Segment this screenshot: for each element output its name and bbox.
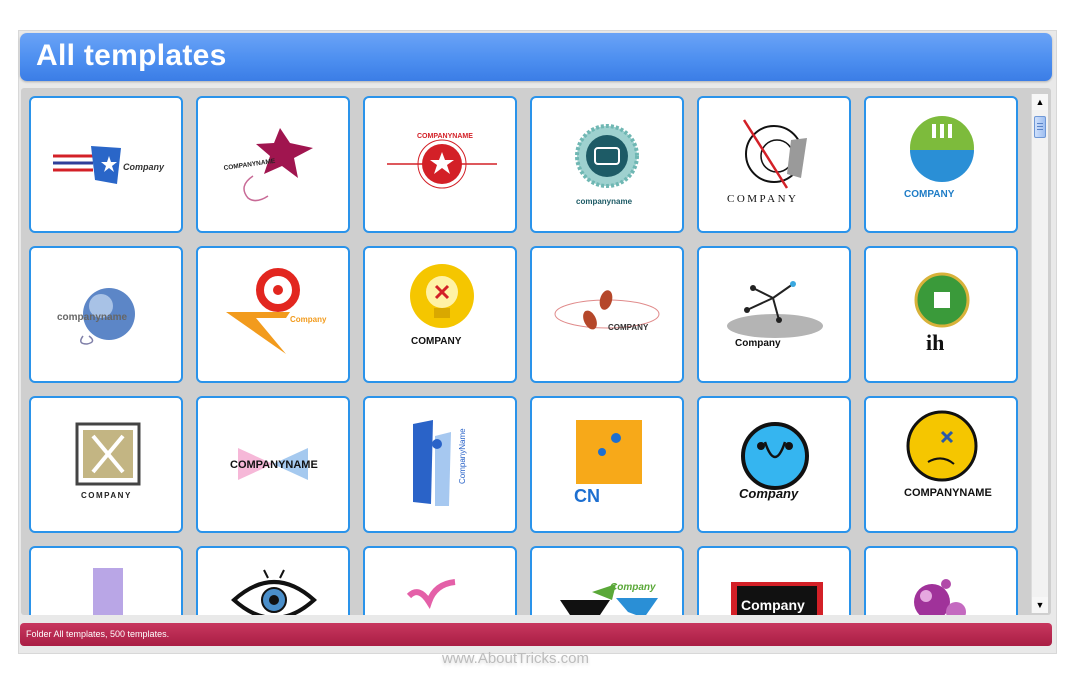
svg-text:COMPANYNAME: COMPANYNAME xyxy=(230,459,318,471)
scroll-thumb[interactable] xyxy=(1034,116,1046,138)
lightbulb-logo-icon: COMPANY xyxy=(410,264,474,347)
template-tile[interactable]: COMPANY xyxy=(363,246,517,383)
svg-text:CN: CN xyxy=(574,486,600,506)
blue-blocks-logo-icon: CompanyName xyxy=(413,420,467,506)
svg-text:CompanyName: CompanyName xyxy=(458,428,467,484)
green-globe-logo-icon: COMPANY xyxy=(904,116,974,200)
title-bar: All templates xyxy=(20,33,1052,81)
molecule-logo-icon: Company xyxy=(727,281,823,349)
scroll-up-button[interactable]: ▲ xyxy=(1032,94,1048,110)
svg-text:COMPANYNAME: COMPANYNAME xyxy=(904,487,992,499)
svg-text:Company: Company xyxy=(741,597,805,613)
blue-circle-logo-icon: Company xyxy=(739,422,809,501)
template-tile[interactable]: COMPANY xyxy=(864,96,1018,233)
template-tile[interactable] xyxy=(29,546,183,615)
svg-text:Company: Company xyxy=(735,338,781,349)
template-tile[interactable]: companyname xyxy=(29,246,183,383)
template-tile[interactable]: COMPANY xyxy=(697,96,851,233)
vertical-scrollbar[interactable]: ▲ ▼ xyxy=(1031,94,1048,613)
svg-text:COMPANY: COMPANY xyxy=(81,491,132,500)
template-tile[interactable] xyxy=(196,546,350,615)
red-ring-pen-logo-icon: Company xyxy=(226,268,327,354)
template-tile[interactable]: CompanyName xyxy=(363,396,517,533)
template-tile[interactable]: COMPANYNAME xyxy=(363,96,517,233)
svg-text:companyname: companyname xyxy=(57,312,127,323)
template-tile[interactable]: companyname xyxy=(530,96,684,233)
gear-badge-logo-icon: companyname xyxy=(575,124,639,206)
footprints-logo-icon: COMPANY xyxy=(554,290,660,332)
framed-x-logo-icon: COMPANY xyxy=(75,422,141,500)
svg-text:COMPANY: COMPANY xyxy=(727,193,799,205)
svg-text:Company: Company xyxy=(123,162,165,172)
lavender-bar-logo-icon xyxy=(93,568,123,615)
status-text: Folder All templates, 500 templates. xyxy=(26,629,170,639)
svg-text:COMPANY: COMPANY xyxy=(608,323,649,332)
green-chevron-logo-icon: Company xyxy=(560,582,658,615)
svg-text:COMPANY: COMPANY xyxy=(904,189,955,200)
templates-grid: Company COMPANYNAME COMPANYNAME companyn… xyxy=(29,96,1024,615)
template-tile[interactable]: COMPANY xyxy=(530,246,684,383)
purple-bubbles-logo-icon xyxy=(914,579,966,615)
template-tile[interactable]: Company xyxy=(697,246,851,383)
black-red-block-logo-icon: Company xyxy=(731,582,823,615)
crystal-wings-logo-icon: COMPANYNAME xyxy=(230,448,318,480)
pink-ribbon-logo-icon xyxy=(406,579,456,609)
cn-square-logo-icon: CN xyxy=(574,420,642,506)
green-circle-ih-logo-icon: ih xyxy=(914,272,970,355)
circle-slash-logo-icon: COMPANY xyxy=(727,119,807,205)
sphere-swirl-logo-icon: companyname xyxy=(57,288,135,345)
star-seal-logo-icon: COMPANYNAME xyxy=(387,133,497,189)
svg-text:ih: ih xyxy=(926,330,944,355)
template-tile[interactable]: Company xyxy=(196,246,350,383)
template-tile[interactable] xyxy=(363,546,517,615)
watermark: www.AboutTricks.com xyxy=(442,650,589,667)
eye-logo-icon xyxy=(231,569,317,615)
template-tile[interactable]: Company xyxy=(29,96,183,233)
template-tile[interactable]: COMPANYNAME xyxy=(196,396,350,533)
svg-text:Company: Company xyxy=(610,582,656,593)
yellow-face-logo-icon: COMPANYNAME xyxy=(904,410,992,499)
template-tile[interactable]: COMPANYNAME xyxy=(196,96,350,233)
page-title: All templates xyxy=(36,39,227,72)
svg-text:Company: Company xyxy=(290,315,327,324)
flag-star-logo-icon: Company xyxy=(53,146,165,184)
template-tile[interactable]: COMPANY xyxy=(29,396,183,533)
template-tile[interactable]: Company xyxy=(530,546,684,615)
svg-text:COMPANY: COMPANY xyxy=(411,336,462,347)
scroll-down-button[interactable]: ▼ xyxy=(1032,597,1048,613)
templates-panel: Company COMPANYNAME COMPANYNAME companyn… xyxy=(21,88,1051,615)
svg-text:COMPANYNAME: COMPANYNAME xyxy=(417,133,473,140)
template-tile[interactable]: Company xyxy=(697,396,851,533)
template-tile[interactable]: ih xyxy=(864,246,1018,383)
template-tile[interactable] xyxy=(864,546,1018,615)
status-bar: Folder All templates, 500 templates. xyxy=(20,623,1052,646)
template-tile[interactable]: COMPANYNAME xyxy=(864,396,1018,533)
svg-text:Company: Company xyxy=(739,486,799,501)
svg-text:companyname: companyname xyxy=(576,197,633,206)
template-tile[interactable]: CN xyxy=(530,396,684,533)
magenta-star-logo-icon: COMPANYNAME xyxy=(223,128,313,202)
template-tile[interactable]: Company xyxy=(697,546,851,615)
